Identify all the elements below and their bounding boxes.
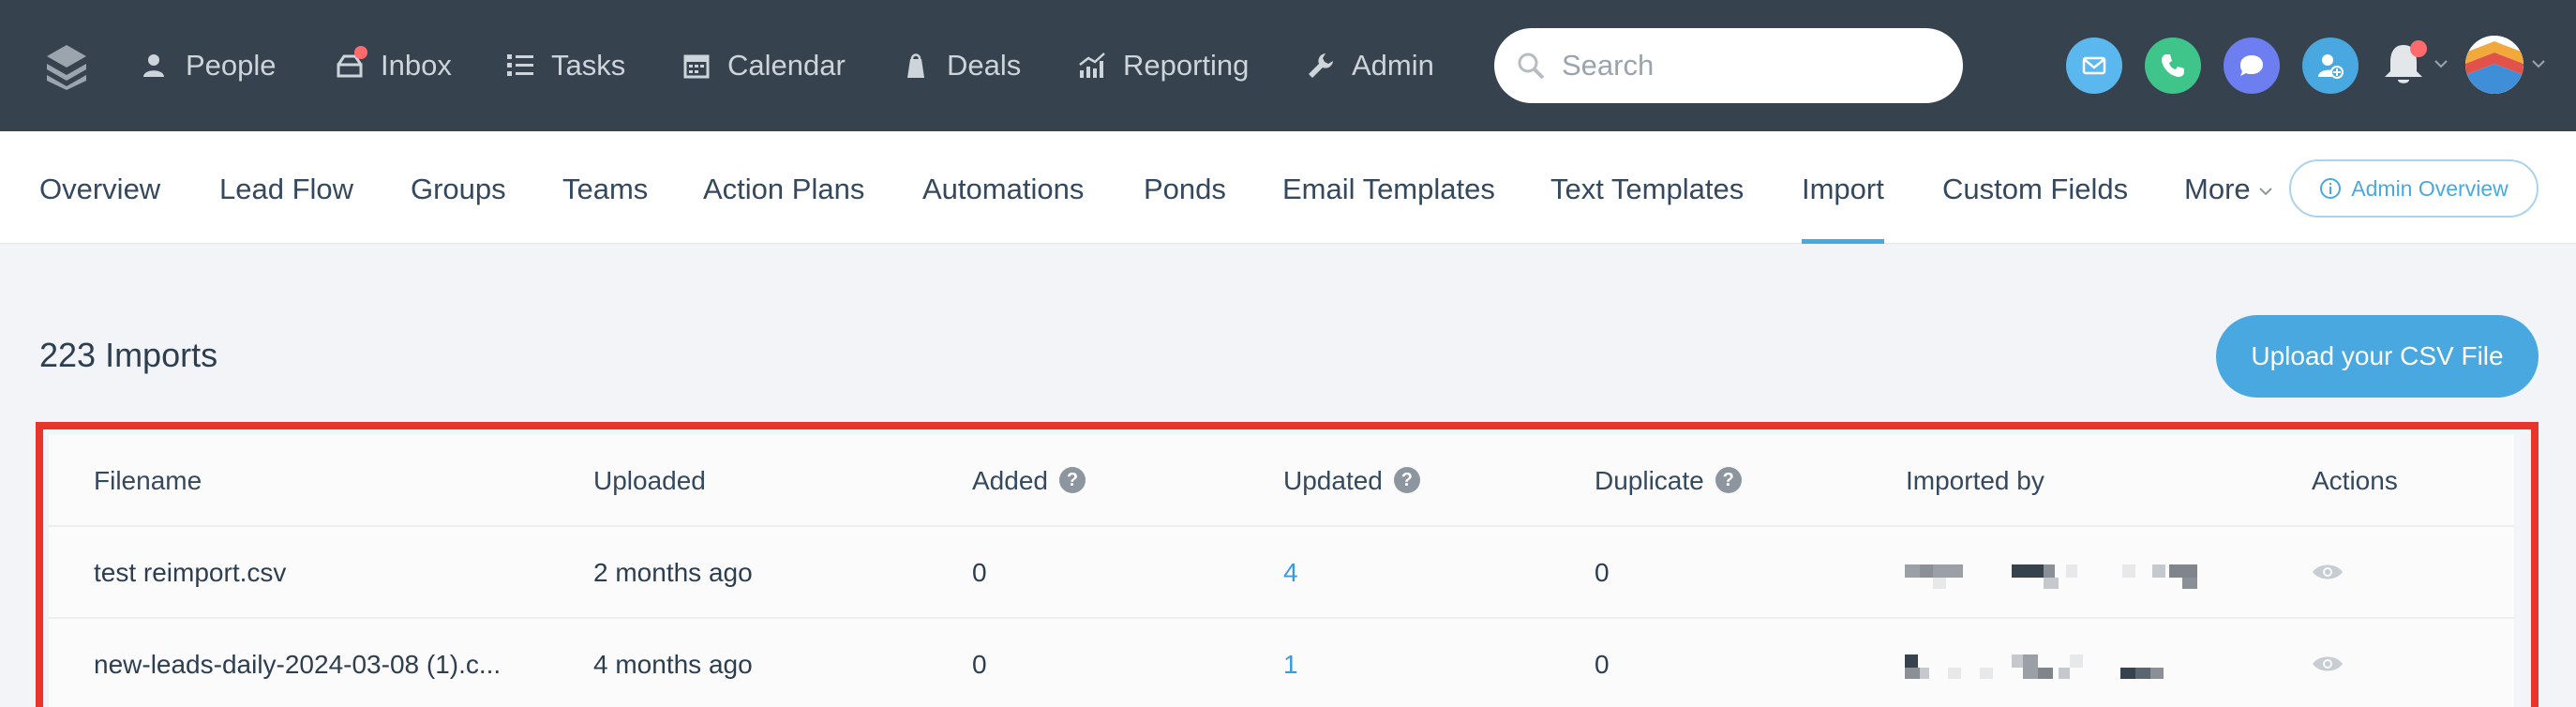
tab-text-templates[interactable]: Text Templates: [1550, 131, 1744, 244]
view-eye-icon[interactable]: [2312, 561, 2344, 583]
view-eye-icon[interactable]: [2312, 653, 2344, 675]
filename-cell: test reimport.csv: [94, 558, 287, 587]
tab-more[interactable]: More: [2184, 131, 2273, 244]
help-question-icon[interactable]: ?: [1715, 466, 1742, 493]
column-header-filename[interactable]: Filename: [94, 435, 202, 527]
help-question-icon[interactable]: ?: [1393, 466, 1420, 493]
updated-count-link[interactable]: 1: [1283, 619, 1298, 707]
phone-button[interactable]: [2145, 38, 2201, 94]
column-header-imported-by: Imported by: [1906, 466, 2044, 495]
column-header-uploaded[interactable]: Uploaded: [593, 435, 706, 527]
envelope-icon: [2082, 56, 2106, 75]
chat-bubble-icon: [2240, 55, 2263, 76]
tab-custom-fields[interactable]: Custom Fields: [1942, 131, 2128, 244]
column-header-added-label: Added: [972, 466, 1048, 495]
column-header-duplicate-label: Duplicate: [1595, 466, 1704, 495]
table-row: test reimport.csv 2 months ago 0 4 0: [49, 527, 2514, 619]
email-button[interactable]: [2066, 38, 2122, 94]
nav-item-label: Reporting: [1123, 49, 1250, 82]
wrench-icon: [1307, 52, 1335, 80]
page-title: 223 Imports: [39, 336, 218, 374]
imports-table: Filename Uploaded Added? Updated? Duplic…: [49, 435, 2514, 707]
tasks-list-icon: [506, 52, 534, 80]
tab-action-plans[interactable]: Action Plans: [703, 131, 864, 244]
updated-count-link[interactable]: 4: [1283, 527, 1298, 619]
nav-item-label: People: [186, 49, 277, 82]
chevron-down-icon[interactable]: [2434, 58, 2449, 69]
search-box[interactable]: [1494, 28, 1963, 103]
nav-item-admin[interactable]: Admin: [1307, 45, 1434, 86]
nav-item-label: Inbox: [381, 49, 452, 82]
search-icon: [1518, 53, 1545, 80]
nav-item-inbox[interactable]: Inbox: [336, 45, 452, 86]
tab-import[interactable]: Import: [1802, 131, 1884, 244]
admin-subnav: Overview Lead Flow Groups Teams Action P…: [0, 131, 2576, 244]
column-header-actions: Actions: [2312, 466, 2398, 495]
filename-cell: new-leads-daily-2024-03-08 (1).c...: [94, 650, 502, 679]
tab-ponds[interactable]: Ponds: [1144, 131, 1226, 244]
table-row: new-leads-daily-2024-03-08 (1).c... 4 mo…: [49, 619, 2514, 707]
duplicate-cell: 0: [1595, 650, 1610, 679]
calendar-icon: [682, 52, 711, 80]
added-cell: 0: [972, 558, 987, 587]
column-header-added: Added?: [972, 435, 1086, 527]
admin-overview-button[interactable]: Admin Overview: [2289, 159, 2539, 218]
info-circle-icon: [2320, 178, 2342, 199]
nav-item-label: Deals: [947, 49, 1022, 82]
person-icon: [141, 52, 169, 80]
add-contact-button[interactable]: [2302, 38, 2359, 94]
admin-overview-label: Admin Overview: [2351, 175, 2509, 201]
imported-by-redacted: [1905, 564, 2197, 589]
top-navigation-bar: People Inbox Tasks Calendar Deals Report…: [0, 0, 2576, 131]
tab-overview[interactable]: Overview: [39, 131, 160, 244]
phone-icon: [2162, 54, 2184, 77]
column-header-updated: Updated?: [1283, 435, 1420, 527]
inbox-notification-dot: [354, 46, 367, 59]
table-header-row: Filename Uploaded Added? Updated? Duplic…: [49, 435, 2514, 527]
help-question-icon[interactable]: ?: [1058, 466, 1086, 493]
nav-item-calendar[interactable]: Calendar: [682, 45, 846, 86]
nav-item-reporting[interactable]: Reporting: [1078, 45, 1249, 86]
chevron-down-icon[interactable]: [2531, 58, 2546, 69]
nav-item-people[interactable]: People: [141, 45, 277, 86]
imported-by-redacted: [1905, 654, 2164, 679]
column-header-duplicate: Duplicate?: [1595, 435, 1742, 527]
added-cell: 0: [972, 650, 987, 679]
nav-item-label: Tasks: [551, 49, 626, 82]
duplicate-cell: 0: [1595, 558, 1610, 587]
uploaded-cell: 4 months ago: [593, 650, 753, 679]
tab-automations[interactable]: Automations: [922, 131, 1084, 244]
upload-csv-button[interactable]: Upload your CSV File: [2216, 315, 2539, 398]
tab-more-label: More: [2184, 173, 2251, 205]
reporting-chart-icon: [1078, 52, 1106, 80]
chat-button[interactable]: [2224, 38, 2280, 94]
deals-tag-icon: [902, 52, 930, 80]
uploaded-cell: 2 months ago: [593, 558, 753, 587]
chevron-down-icon: [2258, 188, 2272, 196]
column-header-updated-label: Updated: [1283, 466, 1383, 495]
nav-item-deals[interactable]: Deals: [902, 45, 1021, 86]
tab-groups[interactable]: Groups: [411, 131, 506, 244]
user-avatar[interactable]: [2465, 36, 2524, 94]
nav-item-label: Admin: [1352, 49, 1434, 82]
tab-lead-flow[interactable]: Lead Flow: [219, 131, 353, 244]
nav-item-label: Calendar: [727, 49, 846, 82]
search-input[interactable]: [1562, 49, 1937, 83]
nav-item-tasks[interactable]: Tasks: [506, 45, 625, 86]
tab-teams[interactable]: Teams: [562, 131, 648, 244]
app-logo-icon[interactable]: [45, 41, 88, 90]
notifications-bell-icon[interactable]: [2377, 38, 2430, 90]
inbox-icon: [336, 46, 367, 80]
tab-email-templates[interactable]: Email Templates: [1282, 131, 1495, 244]
add-person-icon: [2318, 54, 2344, 79]
